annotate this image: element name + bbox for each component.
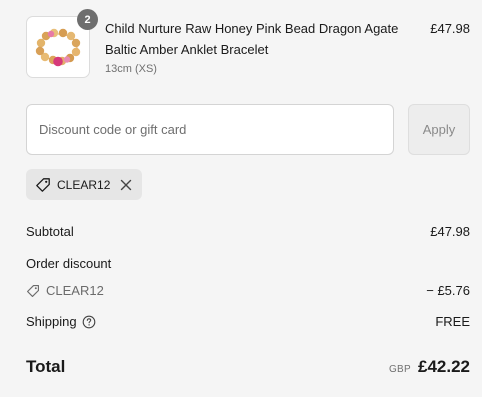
tag-icon [35, 177, 51, 193]
shipping-row: Shipping FREE [26, 314, 470, 329]
discount-code-row: CLEAR12 − £5.76 [26, 283, 470, 298]
total-amount: £42.22 [418, 357, 470, 376]
product-variant: 13cm (XS) [105, 63, 157, 75]
cart-line-item: 2 Child Nurture Raw Honey Pink Bead Drag… [26, 9, 472, 80]
quantity-badge: 2 [77, 9, 98, 30]
order-discount-label: Order discount [26, 256, 112, 271]
discount-code-input[interactable] [26, 104, 394, 155]
question-circle-icon[interactable] [82, 315, 96, 329]
order-discount-row: Order discount [26, 256, 470, 271]
close-icon [120, 179, 132, 190]
order-summary: 2 Child Nurture Raw Honey Pink Bead Drag… [0, 0, 482, 397]
product-title: Child Nurture Raw Honey Pink Bead Dragon… [105, 21, 399, 57]
shipping-label: Shipping [26, 314, 77, 329]
applied-discount-tag: CLEAR12 [26, 169, 142, 200]
remove-discount-button[interactable] [118, 177, 134, 193]
shipping-value: FREE [435, 314, 470, 329]
currency-code: GBP [388, 364, 411, 375]
subtotal-label: Subtotal [26, 224, 74, 239]
discount-code-label: CLEAR12 [46, 283, 104, 298]
applied-discount-code: CLEAR12 [57, 177, 111, 192]
tag-icon [26, 284, 40, 298]
subtotal-row: Subtotal £47.98 [26, 224, 470, 239]
discount-value: − £5.76 [426, 283, 470, 298]
subtotal-value: £47.98 [430, 224, 470, 239]
apply-discount-button[interactable]: Apply [408, 104, 470, 155]
product-price: £47.98 [430, 21, 470, 36]
bead-bracelet-image [35, 28, 81, 67]
total-row: Total GBP £42.22 [26, 357, 470, 381]
total-amount-group: GBP £42.22 [389, 357, 470, 377]
total-label: Total [26, 357, 66, 376]
